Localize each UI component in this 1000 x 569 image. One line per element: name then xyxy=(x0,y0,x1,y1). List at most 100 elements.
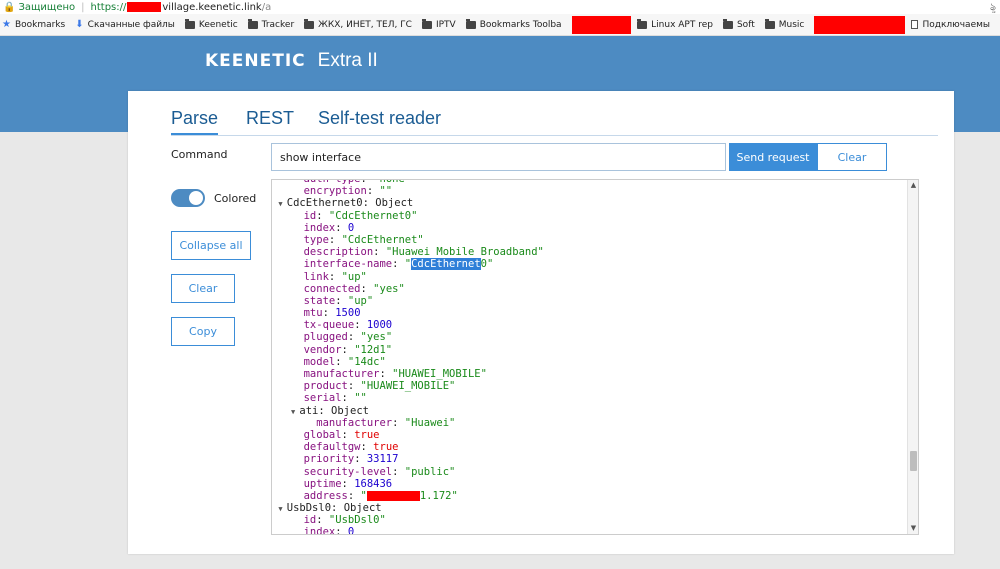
json-line[interactable]: link: "up" xyxy=(272,271,908,283)
bookmark-label: Bookmarks xyxy=(14,19,66,30)
copy-button[interactable]: Copy xyxy=(171,317,235,346)
json-line[interactable]: plugged: "yes" xyxy=(272,331,908,343)
json-colon: : xyxy=(331,502,344,515)
json-key: auth-type xyxy=(303,179,361,185)
json-line[interactable]: ▼ CdcEthernet0: Object xyxy=(272,197,908,209)
json-scrollbar[interactable]: ▲ ▼ xyxy=(907,180,918,534)
json-value: "12d1" xyxy=(354,343,393,356)
json-key: plugged xyxy=(303,331,348,344)
folder-icon xyxy=(304,18,315,29)
json-value: "HUAWEI_MOBILE" xyxy=(360,380,456,393)
json-value: 1500 xyxy=(335,307,361,320)
json-value: "CdcEthernet0" xyxy=(328,209,418,222)
bookmark-item[interactable]: Tracker xyxy=(247,18,294,30)
send-request-button[interactable]: Send request xyxy=(729,143,817,171)
json-line[interactable]: ▼ UsbDsl0: Object xyxy=(272,502,908,514)
address-bar[interactable]: 🔒 Защищено | https:// village.keenetic.l… xyxy=(0,0,1000,14)
clear-output-button[interactable]: Clear xyxy=(171,274,235,303)
json-line[interactable]: index: 0 xyxy=(272,222,908,234)
bookmark-item[interactable]: Bookmarks Toolba xyxy=(465,18,562,30)
json-line[interactable]: mtu: 1500 xyxy=(272,307,908,319)
json-colon: : xyxy=(322,307,336,320)
scroll-thumb[interactable] xyxy=(910,451,917,471)
expand-arrow-icon[interactable]: ▼ xyxy=(278,505,286,513)
json-colon: : xyxy=(360,282,374,295)
json-line[interactable]: global: true xyxy=(272,429,908,441)
bookmark-item[interactable]: IPTV xyxy=(421,18,456,30)
tab-rest[interactable]: REST xyxy=(246,108,294,129)
folder-icon xyxy=(247,18,258,29)
json-line[interactable]: interface-name: "CdcEthernet0" xyxy=(272,258,908,271)
json-line[interactable]: serial: "" xyxy=(272,392,908,404)
json-line[interactable]: uptime: 168436 xyxy=(272,478,908,490)
bookmark-item[interactable]: Music xyxy=(764,18,804,30)
json-line[interactable]: encryption: "" xyxy=(272,185,908,197)
json-lines: auth-type: "none" encryption: "" ▼ CdcEt… xyxy=(272,179,908,535)
tab-self-test-reader[interactable]: Self-test reader xyxy=(318,108,441,129)
address-redaction xyxy=(366,490,420,501)
command-input[interactable] xyxy=(271,143,726,171)
clear-command-button[interactable]: Clear xyxy=(817,143,887,171)
json-line[interactable]: model: "14dc" xyxy=(272,356,908,368)
json-value: "14dc" xyxy=(347,355,386,368)
bookmark-label: Soft xyxy=(736,19,755,30)
json-line[interactable]: manufacturer: "HUAWEI_MOBILE" xyxy=(272,368,908,380)
json-line[interactable]: security-level: "public" xyxy=(272,466,908,478)
json-key: UsbDsl0 xyxy=(286,502,332,515)
json-colon: : xyxy=(316,209,329,222)
bookmark-item[interactable]: Keenetic xyxy=(184,18,238,30)
json-line[interactable]: state: "up" xyxy=(272,295,908,307)
json-viewer[interactable]: auth-type: "none" encryption: "" ▼ CdcEt… xyxy=(271,179,919,535)
json-value: 168436 xyxy=(354,477,393,490)
address-separator: | xyxy=(81,1,85,13)
scroll-down-icon[interactable]: ▼ xyxy=(909,524,918,533)
json-line[interactable]: connected: "yes" xyxy=(272,283,908,295)
tab-parse[interactable]: Parse xyxy=(171,108,219,135)
json-line[interactable]: product: "HUAWEI_MOBILE" xyxy=(272,380,908,392)
json-key: state xyxy=(303,294,336,307)
json-line[interactable]: ▼ ati: Object xyxy=(272,405,908,417)
collapse-all-button[interactable]: Collapse all xyxy=(171,231,251,260)
json-line[interactable]: description: "Huawei Mobile Broadband" xyxy=(272,246,908,258)
expand-arrow-icon[interactable]: ▼ xyxy=(278,200,286,208)
bookmark-item[interactable]: Linux APT rep xyxy=(637,18,713,30)
bookmark-item[interactable]: Soft xyxy=(722,18,755,30)
json-line[interactable]: vendor: "12d1" xyxy=(272,344,908,356)
json-line[interactable]: tx-queue: 1000 xyxy=(272,319,908,331)
json-value: "up" xyxy=(347,294,374,307)
bookmark-item[interactable]: ⬇ Скачанные файлы xyxy=(75,19,175,30)
json-line[interactable]: manufacturer: "Huawei" xyxy=(272,417,908,429)
json-colon: : xyxy=(328,233,342,246)
scroll-up-icon[interactable]: ▲ xyxy=(909,181,918,190)
colored-toggle[interactable] xyxy=(171,189,205,207)
json-key: mtu xyxy=(303,307,323,320)
json-colon: : xyxy=(362,197,376,210)
json-value: "public" xyxy=(404,465,456,478)
json-value: "yes" xyxy=(360,331,393,344)
json-line[interactable]: id: "CdcEthernet0" xyxy=(272,210,908,222)
bookmark-item[interactable]: ЖКХ, ИНЕТ, ТЕЛ, ГС xyxy=(304,18,412,30)
bookmark-item[interactable]: Подключаемы xyxy=(911,20,990,30)
json-line[interactable]: index: 0 xyxy=(272,526,908,535)
bookmark-item[interactable]: ★ Bookmarks xyxy=(0,19,65,30)
star-icon: ★ xyxy=(2,19,11,30)
json-value: Object xyxy=(343,502,382,515)
json-line[interactable]: id: "UsbDsl0" xyxy=(272,514,908,526)
bookmark-label: Linux APT rep xyxy=(651,19,713,30)
json-colon: : xyxy=(360,179,374,185)
json-line[interactable]: address: " 1.172" xyxy=(272,490,908,502)
json-line[interactable]: defaultgw: true xyxy=(272,441,908,453)
json-line[interactable]: priority: 33117 xyxy=(272,453,908,465)
bookmark-label: Keenetic xyxy=(198,19,238,30)
bookmark-label: Bookmarks Toolba xyxy=(479,19,562,30)
json-colon: : xyxy=(335,526,348,535)
json-line[interactable]: type: "CdcEthernet" xyxy=(272,234,908,246)
json-colon: : xyxy=(392,258,405,271)
